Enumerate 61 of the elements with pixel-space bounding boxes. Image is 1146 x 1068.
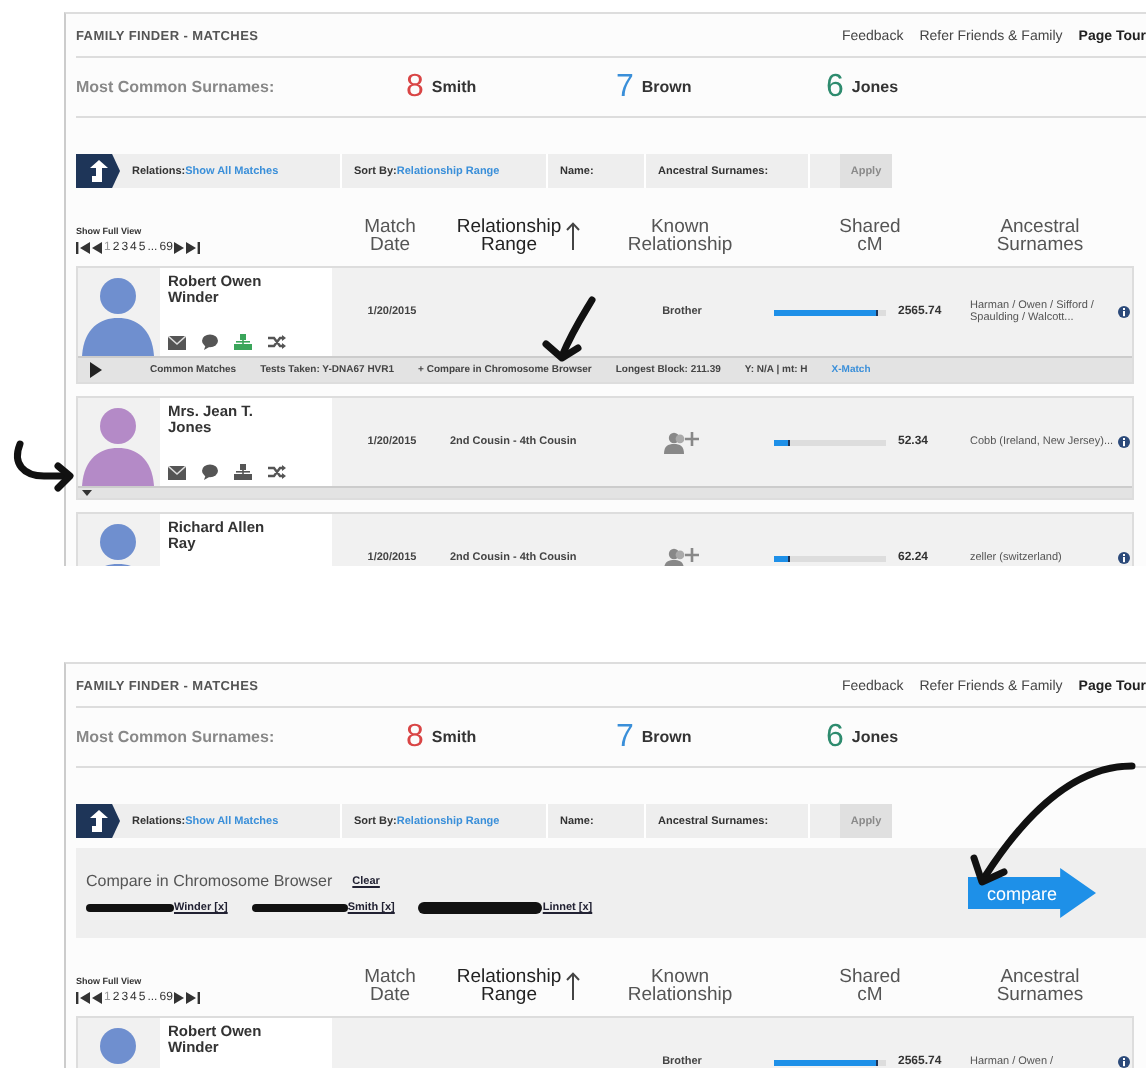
expand-caret-icon[interactable] bbox=[82, 490, 92, 496]
annotation-arrow bbox=[14, 440, 74, 492]
column-header[interactable]: Relationship Range bbox=[456, 218, 562, 254]
column-header[interactable]: Ancestral Surnames bbox=[996, 968, 1084, 1004]
surnames-label: Most Common Surnames: bbox=[76, 78, 277, 96]
chat-bubble-icon[interactable] bbox=[202, 464, 218, 480]
add-person-icon[interactable] bbox=[664, 430, 700, 454]
column-header[interactable]: Known Relationship bbox=[627, 218, 733, 254]
column-header[interactable]: Ancestral Surnames bbox=[996, 218, 1084, 254]
surname[interactable]: Smith bbox=[431, 78, 477, 96]
column-header[interactable]: Known Relationship bbox=[627, 968, 733, 1004]
column-header[interactable]: Match Date bbox=[364, 218, 416, 254]
surname[interactable]: Jones bbox=[851, 728, 899, 746]
column-header[interactable]: Relationship Range bbox=[456, 968, 562, 1004]
filter-tag[interactable] bbox=[76, 804, 120, 838]
previous-page-icon[interactable] bbox=[92, 992, 102, 1004]
shared-cm-bar bbox=[774, 309, 886, 315]
surname-count: 7 bbox=[616, 719, 634, 755]
info-icon[interactable] bbox=[1118, 436, 1130, 448]
redaction-mark bbox=[86, 904, 174, 912]
shuffle-icon[interactable] bbox=[268, 464, 286, 480]
envelope-icon[interactable] bbox=[168, 335, 186, 349]
shuffle-icon[interactable] bbox=[268, 334, 286, 350]
sort-arrow-icon[interactable] bbox=[565, 222, 580, 250]
column-header[interactable]: Match Date bbox=[364, 968, 416, 1004]
next-page-icon[interactable] bbox=[174, 992, 185, 1004]
add-person-icon[interactable] bbox=[664, 546, 700, 566]
first-page-icon[interactable] bbox=[76, 242, 90, 254]
surname-count: 6 bbox=[826, 69, 844, 105]
surname-count: 8 bbox=[406, 69, 424, 105]
expand-toggle-icon[interactable] bbox=[90, 362, 102, 378]
annotation-arrow bbox=[542, 296, 596, 362]
next-page-icon[interactable] bbox=[174, 242, 185, 254]
surname[interactable]: Smith bbox=[431, 728, 477, 746]
last-page-icon[interactable] bbox=[186, 242, 201, 254]
info-icon[interactable] bbox=[1118, 1056, 1130, 1068]
up-arrow-icon bbox=[89, 160, 107, 182]
up-arrow-icon bbox=[89, 810, 107, 832]
sort-arrow-icon[interactable] bbox=[565, 972, 580, 1000]
family-tree-icon[interactable] bbox=[234, 464, 252, 480]
chat-bubble-icon[interactable] bbox=[202, 334, 218, 350]
redaction-mark bbox=[418, 902, 543, 914]
first-page-icon[interactable] bbox=[76, 992, 90, 1004]
previous-page-icon[interactable] bbox=[92, 242, 102, 254]
surname-count: 6 bbox=[826, 719, 844, 755]
surname[interactable]: Brown bbox=[641, 728, 692, 746]
compare-title: Compare in Chromosome Browser bbox=[86, 872, 333, 890]
info-icon[interactable] bbox=[1118, 306, 1130, 318]
surnames-label: Most Common Surnames: bbox=[76, 728, 277, 746]
surname[interactable]: Brown bbox=[641, 78, 692, 96]
column-header[interactable]: Shared cM bbox=[839, 968, 901, 1004]
surname-count: 8 bbox=[406, 719, 424, 755]
family-tree-icon[interactable] bbox=[234, 334, 252, 350]
surname[interactable]: Jones bbox=[851, 78, 899, 96]
envelope-icon[interactable] bbox=[168, 465, 186, 479]
last-page-icon[interactable] bbox=[186, 992, 201, 1004]
filter-tag[interactable] bbox=[76, 154, 120, 188]
surname-count: 7 bbox=[616, 69, 634, 105]
redaction-mark bbox=[251, 904, 348, 912]
info-icon[interactable] bbox=[1118, 552, 1130, 564]
column-header[interactable]: Shared cM bbox=[839, 218, 901, 254]
